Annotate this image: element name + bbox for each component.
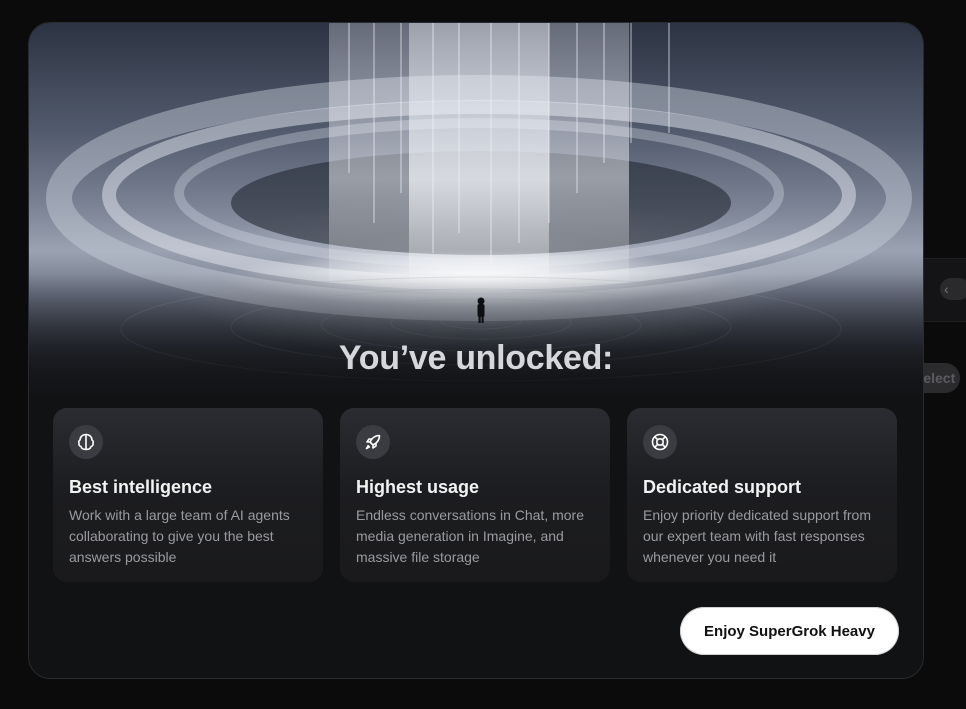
enjoy-supergrok-heavy-button[interactable]: Enjoy SuperGrok Heavy — [680, 607, 899, 655]
feature-card-usage: Highest usage Endless conversations in C… — [340, 408, 610, 582]
card-title: Highest usage — [356, 477, 480, 497]
card-title: Dedicated support — [643, 477, 802, 497]
modal-title: You’ve unlocked: — [338, 339, 614, 377]
rocket-icon — [356, 425, 390, 459]
brain-icon — [69, 425, 103, 459]
card-description: Enjoy priority dedicated support from ou… — [643, 507, 871, 565]
feature-card-intelligence: Best intelligence Work with a large team… — [53, 408, 323, 582]
card-description: Endless conversations in Chat, more medi… — [356, 507, 584, 565]
upgrade-modal: You’ve unlocked: Best intelligence Work … — [28, 22, 924, 679]
card-title: Best intelligence — [69, 477, 213, 497]
hero-fade — [29, 273, 923, 403]
chevron-left-icon[interactable]: ‹ — [940, 278, 966, 300]
lifebuoy-icon — [643, 425, 677, 459]
feature-card-support: Dedicated support Enjoy priority dedicat… — [627, 408, 897, 582]
card-description: Work with a large team of AI agents coll… — [69, 507, 290, 565]
